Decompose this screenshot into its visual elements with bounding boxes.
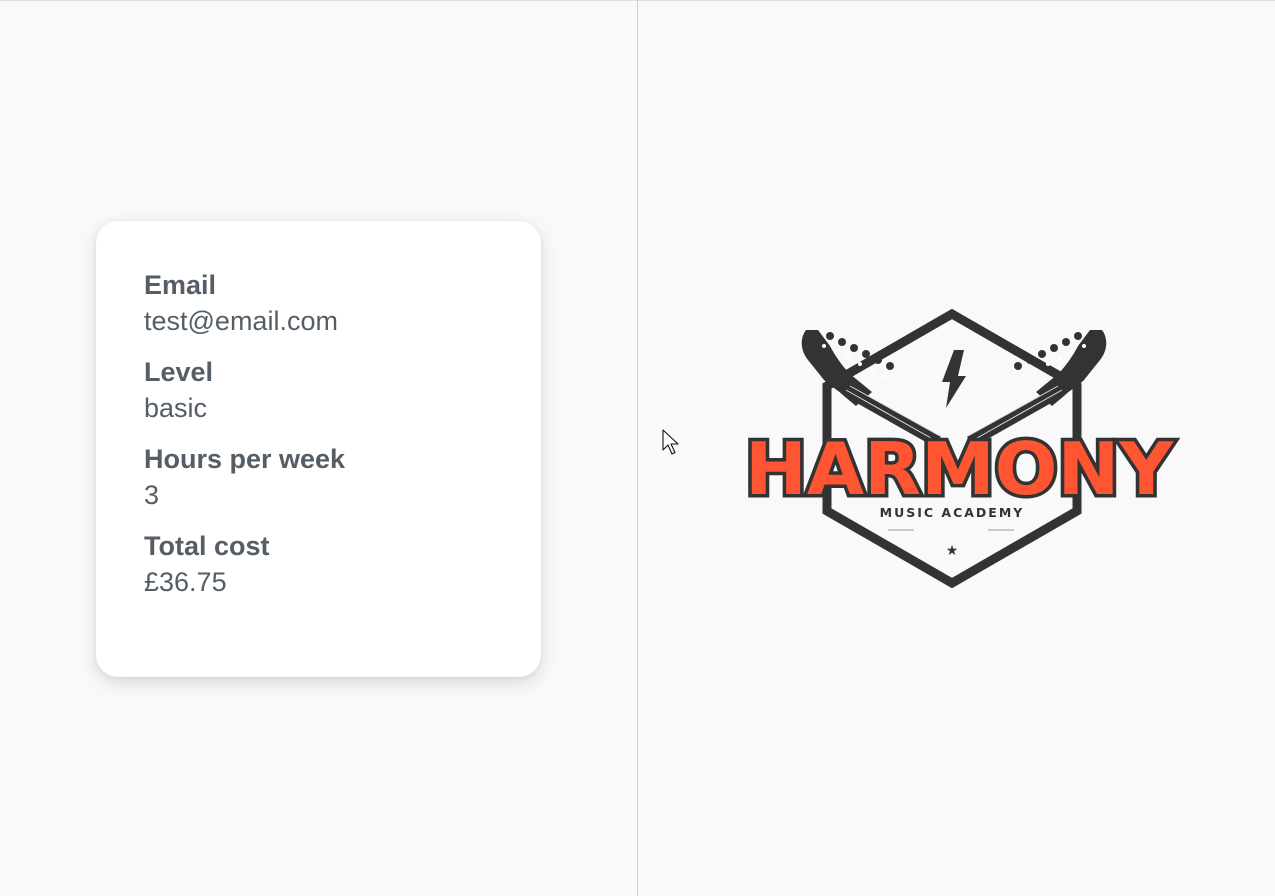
- left-pane: Email test@email.com Level basic Hours p…: [0, 1, 637, 896]
- email-value: test@email.com: [144, 306, 338, 336]
- mouse-pointer-icon: [662, 429, 679, 455]
- cost-value: £36.75: [144, 567, 227, 597]
- harmony-logo: HARMONY MUSIC ACADEMY ★: [738, 308, 1180, 590]
- guitar-headstock-icon-left: [801, 330, 941, 448]
- lightning-bolt-icon: [942, 350, 966, 408]
- email-field: Email test@email.com: [144, 269, 541, 338]
- logo-wordmark: HARMONY: [745, 427, 1174, 511]
- hours-field: Hours per week 3: [144, 443, 541, 512]
- logo-tagline: MUSIC ACADEMY: [880, 505, 1025, 520]
- guitar-headstock-icon-right: [967, 330, 1107, 448]
- star-icon: ★: [946, 543, 959, 559]
- cost-field: Total cost £36.75: [144, 530, 541, 599]
- hours-label: Hours per week: [144, 444, 346, 474]
- logo-svg: HARMONY MUSIC ACADEMY ★: [742, 308, 1177, 589]
- details-card: Email test@email.com Level basic Hours p…: [96, 221, 541, 677]
- level-label: Level: [144, 357, 214, 387]
- hours-value: 3: [144, 480, 160, 510]
- level-field: Level basic: [144, 356, 541, 425]
- email-label: Email: [144, 270, 217, 300]
- level-value: basic: [144, 393, 208, 423]
- cost-label: Total cost: [144, 531, 270, 561]
